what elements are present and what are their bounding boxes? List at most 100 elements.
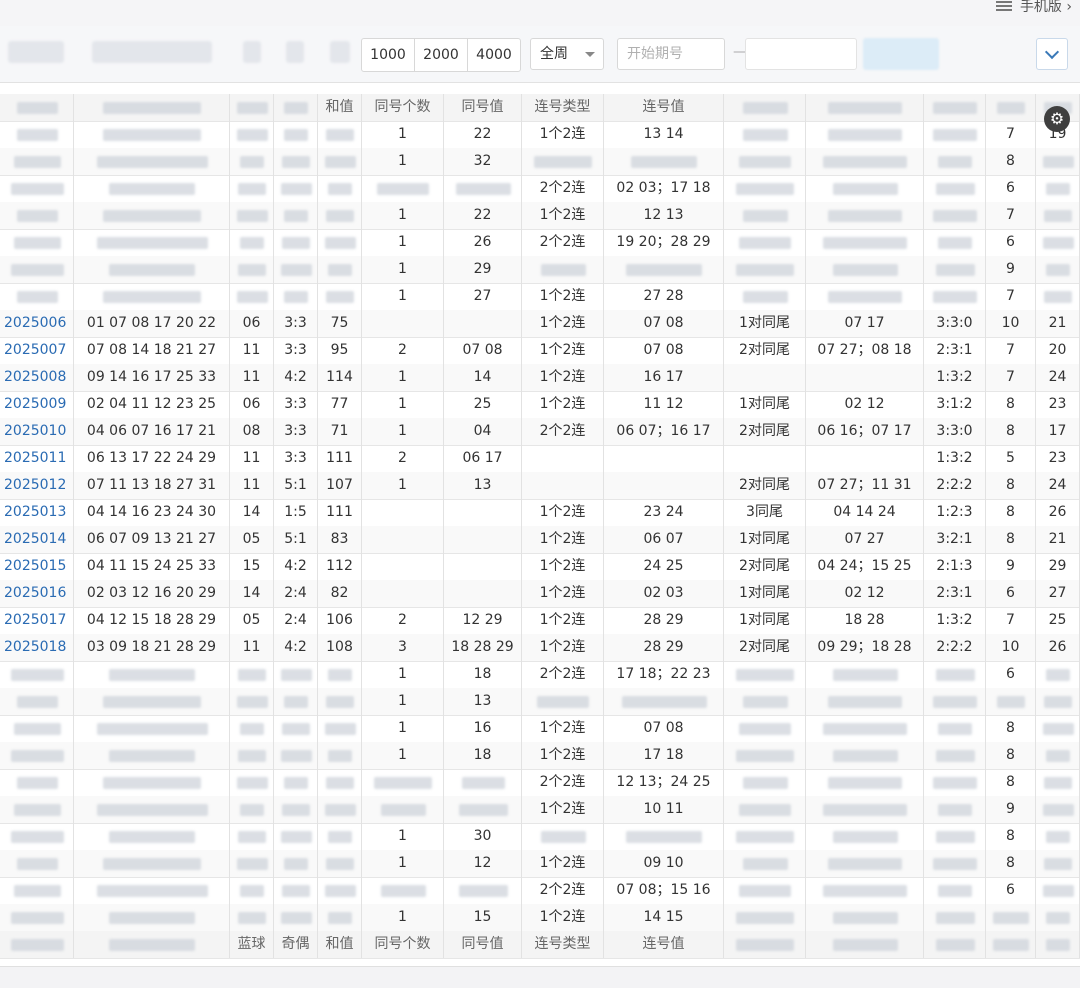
range-button-4000[interactable]: 4000	[468, 39, 520, 71]
cell-issue[interactable]	[0, 742, 74, 769]
cell-repeat: 9	[986, 553, 1036, 580]
range-button-2000[interactable]: 2000	[415, 39, 468, 71]
weekday-select[interactable]: 全周	[530, 38, 604, 70]
cell-issue[interactable]	[0, 202, 74, 229]
cell-issue[interactable]: 2025007	[0, 337, 74, 364]
cell-consec-value: 06 07	[604, 526, 724, 553]
blurred-content	[17, 858, 58, 870]
start-period-input[interactable]	[617, 38, 725, 70]
blurred-content	[109, 750, 195, 762]
blurred-content	[284, 696, 308, 708]
cell-same-count	[362, 499, 444, 526]
blurred-content	[103, 102, 201, 114]
cell-same-count	[362, 580, 444, 607]
blurred-content	[240, 723, 264, 735]
cell-odd-even	[274, 850, 318, 877]
cell-same-tail-value: 18 28	[806, 607, 924, 634]
cell-same-tail-value	[806, 796, 924, 823]
cell-same-tail-type: 3同尾	[724, 499, 806, 526]
cell-issue[interactable]: 2025008	[0, 364, 74, 391]
cell-issue[interactable]	[0, 661, 74, 688]
blurred-content	[377, 183, 429, 195]
range-button-1000[interactable]: 1000	[362, 39, 415, 71]
blurred-filter-1[interactable]	[8, 41, 64, 63]
blurred-content	[17, 696, 58, 708]
blurred-filter-5[interactable]	[330, 41, 350, 63]
blurred-content	[936, 264, 975, 276]
cell-issue[interactable]	[0, 121, 74, 148]
cell-issue[interactable]	[0, 229, 74, 256]
cell-issue[interactable]	[0, 796, 74, 823]
cell-issue[interactable]	[0, 256, 74, 283]
cell-issue[interactable]: 2025013	[0, 499, 74, 526]
cell-issue[interactable]: 2025014	[0, 526, 74, 553]
mobile-version-link[interactable]: 手机版 ›	[995, 0, 1072, 16]
blurred-filter-3[interactable]	[243, 41, 261, 63]
blurred-filter-4[interactable]	[286, 41, 304, 63]
blurred-content	[109, 183, 195, 195]
cell-same-value: 07 08	[444, 337, 522, 364]
end-period-input[interactable]	[745, 38, 857, 70]
cell-issue[interactable]: 2025006	[0, 310, 74, 337]
cell-issue[interactable]: 2025009	[0, 391, 74, 418]
blurred-content	[381, 885, 426, 897]
cell-issue[interactable]: 2025015	[0, 553, 74, 580]
cell-consec-value: 02 03	[604, 580, 724, 607]
header-red-balls	[74, 94, 230, 121]
cell-issue[interactable]	[0, 877, 74, 904]
query-button[interactable]	[863, 38, 939, 70]
blurred-content	[281, 831, 312, 843]
cell-issue[interactable]	[0, 904, 74, 931]
cell-zone-ratio	[924, 661, 986, 688]
cell-same-tail-value	[806, 688, 924, 715]
cell-red-balls: 04 11 15 24 25 33	[74, 553, 230, 580]
cell-issue[interactable]	[0, 769, 74, 796]
table-row: 1 22 1个2连 13 14 7 19	[0, 121, 1080, 149]
cell-issue[interactable]: 2025012	[0, 472, 74, 499]
cell-issue[interactable]: 2025016	[0, 580, 74, 607]
cell-issue[interactable]: 2025017	[0, 607, 74, 634]
blurred-content	[237, 129, 268, 141]
cell-same-tail-value	[806, 283, 924, 310]
blurred-content	[1044, 858, 1072, 870]
cell-blue-ball	[230, 202, 274, 229]
cell-consec-type	[522, 256, 604, 283]
cell-issue[interactable]	[0, 823, 74, 850]
blurred-content	[103, 291, 201, 303]
footer-header-sum: 和值	[318, 931, 362, 958]
cell-blue-ball: 14	[230, 499, 274, 526]
blurred-content	[541, 264, 586, 276]
cell-red-balls	[74, 877, 230, 904]
cell-span: 21	[1036, 310, 1080, 337]
cell-issue[interactable]	[0, 283, 74, 310]
footer-header-consec-value: 连号值	[604, 931, 724, 958]
cell-issue[interactable]: 2025011	[0, 445, 74, 472]
cell-issue[interactable]	[0, 688, 74, 715]
blurred-content	[238, 912, 266, 924]
expand-button[interactable]	[1036, 38, 1068, 70]
blurred-filter-2[interactable]	[92, 41, 212, 63]
table-header: 和值 同号个数 同号值 连号类型 连号值	[0, 94, 1080, 122]
cell-repeat: 10	[986, 310, 1036, 337]
cell-odd-even	[274, 823, 318, 850]
cell-same-value: 18	[444, 661, 522, 688]
cell-issue[interactable]: 2025010	[0, 418, 74, 445]
blurred-content	[97, 237, 208, 249]
cell-sum	[318, 715, 362, 742]
cell-zone-ratio	[924, 715, 986, 742]
cell-same-tail-type	[724, 688, 806, 715]
cell-issue[interactable]	[0, 175, 74, 202]
cell-issue[interactable]	[0, 715, 74, 742]
gear-icon[interactable]: ⚙	[1044, 106, 1070, 132]
cell-repeat: 5	[986, 445, 1036, 472]
cell-same-tail-value: 07 27；11 31	[806, 472, 924, 499]
blurred-content	[534, 156, 592, 168]
cell-span: 23	[1036, 391, 1080, 418]
cell-issue[interactable]	[0, 148, 74, 175]
cell-issue[interactable]	[0, 850, 74, 877]
cell-same-value: 12 29	[444, 607, 522, 634]
cell-repeat: 7	[986, 283, 1036, 310]
cell-issue[interactable]: 2025018	[0, 634, 74, 661]
cell-consec-type: 2个2连	[522, 229, 604, 256]
cell-consec-value: 06 07；16 17	[604, 418, 724, 445]
